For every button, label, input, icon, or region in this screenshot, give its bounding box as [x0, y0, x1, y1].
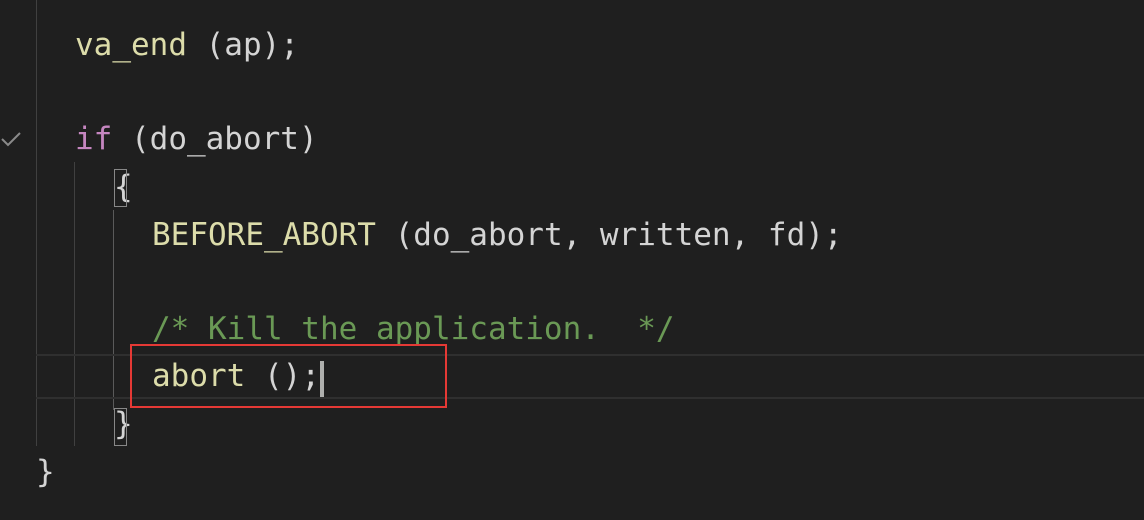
close-brace-token: } [36, 454, 55, 490]
bracket-match-open [114, 169, 127, 207]
condition-token: (do_abort) [112, 121, 318, 157]
args-token: (ap); [186, 27, 299, 63]
code-line-close-brace-outer[interactable]: } [0, 449, 1144, 496]
bracket-match-close [114, 408, 127, 446]
keyword-token: if [75, 121, 113, 157]
code-line-close-brace-inner[interactable]: } [0, 401, 1144, 448]
code-line-open-brace[interactable]: { [0, 164, 1144, 211]
annotation-highlight-box [130, 344, 447, 408]
code-line-if[interactable]: if (do_abort) [0, 116, 1144, 163]
function-token: va_end [75, 27, 187, 63]
function-token: BEFORE_ABORT [152, 217, 376, 253]
code-line-va-end[interactable]: va_end (ap); [0, 22, 1144, 69]
code-line-before-abort[interactable]: BEFORE_ABORT (do_abort, written, fd); [0, 212, 1144, 259]
code-editor[interactable]: va_end (ap); if (do_abort) { BEFORE_ABOR… [0, 0, 1144, 520]
args-token: (do_abort, written, fd); [375, 217, 843, 253]
